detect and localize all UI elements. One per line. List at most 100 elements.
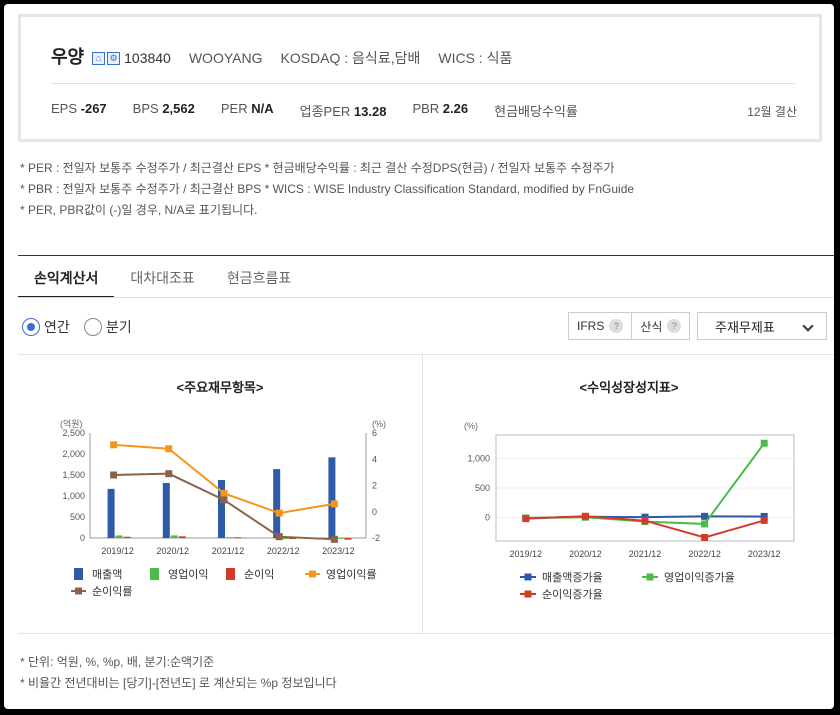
bar-순이익 [178,536,186,538]
bar-영업이익 [170,535,178,538]
legend-swatch [150,568,159,580]
x-tick-label: 2022/12 [688,549,721,559]
point-순이익증가율 [641,517,649,525]
statement-tabs: 손익계산서 대차대조표 현금흐름표 [18,256,307,298]
point-매출액증가율 [701,512,709,520]
metric-per: PER N/A [220,101,274,116]
bar-매출액 [107,488,115,538]
bar-매출액 [328,457,336,538]
x-tick-label: 2019/12 [101,546,134,556]
help-icon[interactable]: ? [667,319,682,333]
bar-순이익 [234,537,241,539]
company-name: 우양 [51,47,85,67]
metric-eps: EPS -267 [51,101,107,116]
x-tick-label: 2023/12 [748,549,781,559]
metric-dividend-yield: 현금배당수익률 [494,104,578,119]
formula-button[interactable]: 산식 ? [631,313,689,339]
line-영업이익증가율 [525,442,766,525]
y-tick-label: 500 [475,483,490,493]
point-순이익증가율 [581,512,589,520]
x-tick-label: 2020/12 [157,546,190,556]
tab-income-statement[interactable]: 손익계산서 [18,256,115,298]
tab-cash-flow[interactable]: 현금흐름표 [211,256,307,298]
point-영업이익률 [220,489,228,497]
metric-pbr: PBR 2.26 [412,101,469,116]
legend-swatch [524,590,532,598]
metrics-row: EPS -267 BPS 2,562 PER N/A 업종PER 13.28 P… [51,101,604,120]
footer-notes: * 단위: 억원, %, %p, 배, 분기:순액기준 * 비율간 전년대비는 … [20,652,337,694]
y-tick-label: 0 [80,533,85,543]
controls-bar: 연간 분기 IFRS ? 산식 ? 주재무제표 [18,312,830,342]
radio-annual[interactable]: 연간 [22,317,70,337]
chart-panel-financials: <주요재무항목> (억원) (%) 0 500 1,000 1,500 2,000 2,500… [18,355,423,633]
legend-label: 영업이익률 [326,568,377,581]
bar-영업이익 [226,537,233,539]
legend-label: 순이익 [244,568,274,581]
english-name: WOOYANG [188,50,263,66]
ir-icon[interactable]: ⚙ [107,52,121,65]
chart-title: <주요재무항목> [176,380,264,395]
market-sector: KOSDAQ : 음식료,담배 [280,50,421,66]
radio-unchecked-icon[interactable] [84,318,102,336]
help-icon[interactable]: ? [609,319,624,333]
charts-area: <주요재무항목> (억원) (%) 0 500 1,000 1,500 2,000 2,500… [18,354,834,634]
x-tick-label: 2019/12 [510,549,543,559]
y2-tick-label: 4 [372,454,377,464]
note-line: * PBR : 전일자 보통주 수정주가 / 최근결산 BPS * WICS :… [20,182,635,196]
point-순이익증가율 [522,515,530,523]
radio-checked-icon[interactable] [22,318,40,336]
point-순이익증가율 [701,533,709,541]
metric-bps: BPS 2,562 [132,101,195,116]
point-순이익률 [275,533,283,541]
radio-quarter[interactable]: 분기 [84,317,132,337]
fiscal-label: 12월 결산 [747,105,797,119]
point-순이익률 [330,535,338,543]
divider [51,83,795,84]
home-icon[interactable]: ⌂ [92,52,106,65]
growth-chart: (%) 0 500 1,000 2019/12 2020/12 2021/12 2022/12… [464,421,795,601]
x-tick-label: 2021/12 [629,549,662,559]
x-tick-label: 2023/12 [322,546,355,556]
chart-title: <수익성장성지표> [579,380,679,395]
point-영업이익률 [275,509,283,517]
legend-swatch [646,573,654,581]
x-tick-label: 2020/12 [569,549,602,559]
chevron-down-icon [802,320,814,332]
bar-매출액 [162,482,170,538]
x-tick-label: 2022/12 [267,546,300,556]
point-순이익증가율 [760,516,768,524]
point-영업이익률 [110,441,118,449]
page: 우양 ⌂ ⚙ 103840 WOOYANG KOSDAQ : 음식료,담배 WI… [4,4,834,709]
bar-매출액 [273,469,281,538]
bar-순이익 [123,536,131,538]
point-영업이익률 [330,500,338,508]
statement-type-select[interactable]: 주재무제표 [697,312,827,340]
company-header: 우양 ⌂ ⚙ 103840 WOOYANG KOSDAQ : 음식료,담배 WI… [51,43,512,69]
definition-notes: * PER : 전일자 보통주 수정주가 / 최근결산 EPS * 현금배당수익… [20,158,634,221]
note-line: * 단위: 억원, %, %p, 배, 분기:순액기준 [20,655,215,669]
ifrs-button[interactable]: IFRS ? [569,313,631,339]
y2-tick-label: 2 [372,481,377,491]
note-line: * 비율간 전년대비는 [당기]-[전년도] 로 계산되는 %p 정보입니다 [20,676,337,690]
y-tick-label: 500 [70,512,85,522]
legend-label: 영업이익증가율 [664,571,735,584]
legend-swatch [75,587,82,595]
y-tick-label: 0 [485,512,490,522]
company-summary: 우양 ⌂ ⚙ 103840 WOOYANG KOSDAQ : 음식료,담배 WI… [18,14,822,142]
point-영업이익률 [165,445,173,453]
y-tick-label: 1,000 [467,454,490,464]
legend-swatch [226,568,235,580]
stock-code: 103840 [124,50,171,66]
y-tick-label: 2,500 [62,428,85,438]
note-line: * PER, PBR값이 (-)일 경우, N/A로 표기됩니다. [20,203,258,217]
legend-swatch [309,570,316,578]
point-순이익률 [110,471,118,479]
tab-balance-sheet[interactable]: 대차대조표 [114,256,210,298]
point-순이익률 [220,496,228,504]
y-axis-label: (%) [464,421,478,431]
standard-button-group: IFRS ? 산식 ? [568,312,691,340]
y2-tick-label: 6 [372,428,377,438]
y-tick-label: 1,500 [62,470,85,480]
metric-industry-per: 업종PER 13.28 [299,104,387,119]
bar-영업이익 [115,535,123,538]
